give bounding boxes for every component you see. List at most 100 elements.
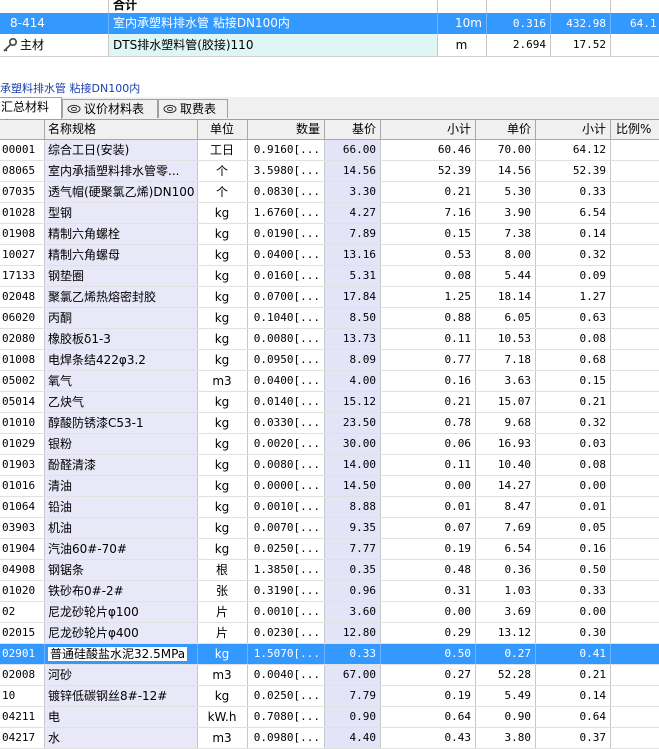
- cell-qty[interactable]: 0.0830[...: [247, 182, 324, 202]
- cell-qty[interactable]: 0.0250[...: [247, 686, 324, 706]
- cell-name[interactable]: 综合工日(安装): [45, 140, 197, 160]
- cell-name[interactable]: 镀锌低碳钢丝8#-12#: [45, 686, 197, 706]
- table-row[interactable]: 01064 铅油 kg 0.0010[... 8.88 0.01 8.47 0.01: [0, 497, 659, 518]
- cell-price[interactable]: 3.63: [475, 371, 535, 391]
- table-row[interactable]: 10 镀锌低碳钢丝8#-12# kg 0.0250[... 7.79 0.19 5.49 0.…: [0, 686, 659, 707]
- cell-subtotal2[interactable]: 0.14: [535, 686, 610, 706]
- cell-unit[interactable]: kg: [197, 329, 247, 349]
- cell-name[interactable]: 普通硅酸盐水泥32.5MPa: [45, 644, 197, 664]
- cell-subtotal[interactable]: 0.11: [380, 329, 475, 349]
- table-row[interactable]: 02 尼龙砂轮片φ100 片 0.0010[... 3.60 0.00 3.69 0.00: [0, 602, 659, 623]
- cell-code[interactable]: 02048: [0, 287, 44, 307]
- cell-subtotal2[interactable]: 0.05: [535, 518, 610, 538]
- cell-code[interactable]: 01904: [0, 539, 44, 559]
- cell-subtotal[interactable]: 0.01: [380, 497, 475, 517]
- cell-unit[interactable]: kg: [197, 350, 247, 370]
- cell-qty[interactable]: 1.3850[...: [247, 560, 324, 580]
- cell-code[interactable]: 01020: [0, 581, 44, 601]
- cell-base[interactable]: 9.35: [325, 518, 380, 538]
- table-row[interactable]: 00001 综合工日(安装) 工日 0.9160[... 66.00 60.46 70.00…: [0, 140, 659, 161]
- table-row[interactable]: 08065 室内承插塑料排水管零... 个 3.5980[... 14.56 52.39 1…: [0, 161, 659, 182]
- cell-ratio[interactable]: [610, 581, 659, 601]
- tab-negotiated-materials[interactable]: 议价材料表: [62, 99, 158, 118]
- cell-code[interactable]: 02901: [0, 644, 44, 664]
- cell-ratio[interactable]: [610, 245, 659, 265]
- cell-price[interactable]: 18.14: [475, 287, 535, 307]
- table-row[interactable]: 02008 河砂 m3 0.0040[... 67.00 0.27 52.28 0.21: [0, 665, 659, 686]
- cell-subtotal[interactable]: 0.06: [380, 434, 475, 454]
- cell-qty[interactable]: 0.0330[...: [247, 413, 324, 433]
- table-row[interactable]: 03903 机油 kg 0.0070[... 9.35 0.07 7.69 0.05: [0, 518, 659, 539]
- col-header-ratio[interactable]: 比例%: [614, 120, 659, 139]
- cell-name[interactable]: 酚醛清漆: [45, 455, 197, 475]
- summary-row-item[interactable]: 8-414 室内承塑料排水管 粘接DN100内 10m 0.316 432.98…: [0, 13, 659, 34]
- cell-price[interactable]: 6.05: [475, 308, 535, 328]
- cell-qty[interactable]: 0.0190[...: [247, 224, 324, 244]
- table-row[interactable]: 01029 银粉 kg 0.0020[... 30.00 0.06 16.93 0.03: [0, 434, 659, 455]
- cell-price[interactable]: 7.18: [475, 350, 535, 370]
- cell-code[interactable]: 02: [0, 602, 44, 622]
- cell-unit[interactable]: kg: [197, 392, 247, 412]
- cell-code[interactable]: 01908: [0, 224, 44, 244]
- cell-qty[interactable]: 0.0250[...: [247, 539, 324, 559]
- cell-code[interactable]: 05002: [0, 371, 44, 391]
- cell-ratio[interactable]: [610, 266, 659, 286]
- cell-price[interactable]: 5.30: [475, 182, 535, 202]
- cell-subtotal2[interactable]: 0.41: [535, 644, 610, 664]
- table-row[interactable]: 05014 乙炔气 kg 0.0140[... 15.12 0.21 15.07 0.21: [0, 392, 659, 413]
- table-row[interactable]: 06020 丙酮 kg 0.1040[... 8.50 0.88 6.05 0.63: [0, 308, 659, 329]
- cell-unit[interactable]: kg: [197, 455, 247, 475]
- cell-name[interactable]: 透气帽(硬聚氯乙烯)DN100: [45, 182, 197, 202]
- cell-price[interactable]: 16.93: [475, 434, 535, 454]
- cell-unit[interactable]: kg: [197, 434, 247, 454]
- cell-price[interactable]: 52.28: [475, 665, 535, 685]
- cell-code[interactable]: 17133: [0, 266, 44, 286]
- cell-unit[interactable]: 片: [197, 602, 247, 622]
- cell-subtotal[interactable]: 0.64: [380, 707, 475, 727]
- cell-unit[interactable]: 个: [197, 182, 247, 202]
- cell-subtotal[interactable]: 0.16: [380, 371, 475, 391]
- cell-unit[interactable]: kg: [197, 245, 247, 265]
- summary-row-material[interactable]: 主材 DTS排水塑料管(胶接)110 m 2.694 17.52: [0, 34, 659, 57]
- cell-price[interactable]: 8.00: [475, 245, 535, 265]
- col-header-price[interactable]: 单价: [475, 120, 535, 139]
- cell-qty[interactable]: 0.3190[...: [247, 581, 324, 601]
- table-row[interactable]: 10027 精制六角螺母 kg 0.0400[... 13.16 0.53 8.00 0.32: [0, 245, 659, 266]
- col-header-base[interactable]: 基价: [324, 120, 380, 139]
- cell-name[interactable]: 铁砂布0#-2#: [45, 581, 197, 601]
- cell-price[interactable]: 15.07: [475, 392, 535, 412]
- table-row[interactable]: 02048 聚氯乙烯热熔密封胶 kg 0.0700[... 17.84 1.25 18.14…: [0, 287, 659, 308]
- cell-base[interactable]: 5.31: [325, 266, 380, 286]
- cell-subtotal2[interactable]: 0.00: [535, 602, 610, 622]
- cell-ratio[interactable]: [610, 434, 659, 454]
- cell-qty[interactable]: 0.0080[...: [247, 329, 324, 349]
- cell-code[interactable]: 10027: [0, 245, 44, 265]
- cell-ratio[interactable]: [610, 623, 659, 643]
- cell-unit[interactable]: kg: [197, 518, 247, 538]
- cell-base[interactable]: 0.90: [325, 707, 380, 727]
- cell-code[interactable]: 04211: [0, 707, 44, 727]
- cell-subtotal[interactable]: 0.15: [380, 224, 475, 244]
- cell-subtotal2[interactable]: 0.00: [535, 476, 610, 496]
- cell-price[interactable]: 10.53: [475, 329, 535, 349]
- cell-subtotal2[interactable]: 0.21: [535, 392, 610, 412]
- table-row[interactable]: 01903 酚醛清漆 kg 0.0080[... 14.00 0.11 10.40 0.08: [0, 455, 659, 476]
- cell-subtotal2[interactable]: 0.63: [535, 308, 610, 328]
- cell-subtotal2[interactable]: 0.01: [535, 497, 610, 517]
- cell-subtotal2[interactable]: 0.21: [535, 665, 610, 685]
- cell-subtotal2[interactable]: 0.15: [535, 371, 610, 391]
- cell-ratio[interactable]: [610, 350, 659, 370]
- cell-base[interactable]: 4.00: [325, 371, 380, 391]
- cell-base[interactable]: 0.35: [325, 560, 380, 580]
- cell-name[interactable]: 钢垫圈: [45, 266, 197, 286]
- cell-price[interactable]: 70.00: [475, 140, 535, 160]
- cell-subtotal[interactable]: 0.08: [380, 266, 475, 286]
- cell-subtotal2[interactable]: 0.09: [535, 266, 610, 286]
- cell-subtotal[interactable]: 0.48: [380, 560, 475, 580]
- cell-unit[interactable]: kg: [197, 644, 247, 664]
- cell-ratio[interactable]: [610, 371, 659, 391]
- cell-ratio[interactable]: [610, 413, 659, 433]
- cell-subtotal[interactable]: 0.53: [380, 245, 475, 265]
- cell-qty[interactable]: 0.0400[...: [247, 371, 324, 391]
- col-header-subtotal2[interactable]: 小计: [535, 120, 610, 139]
